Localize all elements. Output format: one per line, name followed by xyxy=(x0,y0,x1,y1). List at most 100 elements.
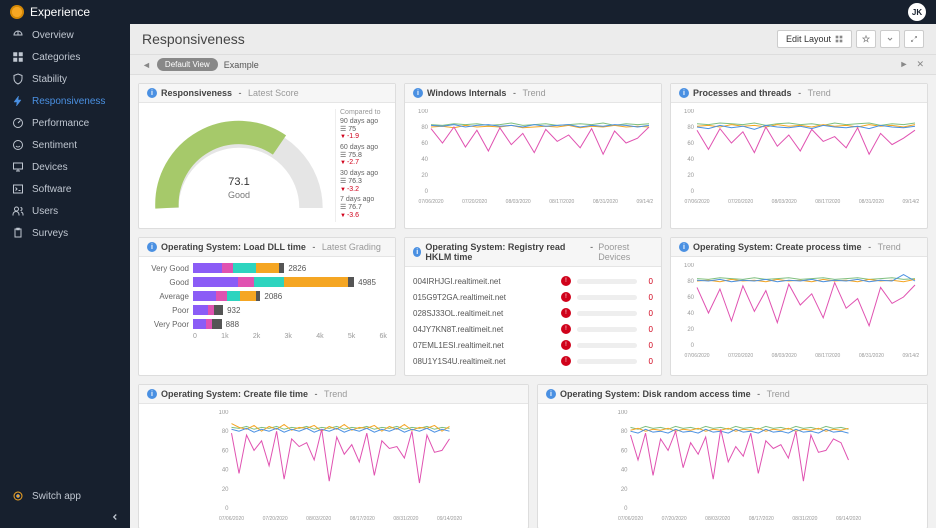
device-row[interactable]: 015G9T2GA.realtimeit.net!0 xyxy=(413,289,653,305)
trend-chart: 02040608010007/06/202007/20/202008/03/20… xyxy=(147,410,520,522)
svg-text:07/06/2020: 07/06/2020 xyxy=(684,199,709,205)
sidebar-item-users[interactable]: Users xyxy=(0,200,130,222)
expand-button[interactable] xyxy=(904,30,924,48)
sidebar-item-label: Performance xyxy=(32,118,89,129)
svg-text:07/20/2020: 07/20/2020 xyxy=(728,353,753,359)
info-icon[interactable]: i xyxy=(679,242,689,252)
svg-text:60: 60 xyxy=(621,449,628,455)
grading-row: Average2086 xyxy=(147,291,387,301)
svg-text:80: 80 xyxy=(222,429,229,435)
dropdown-button[interactable] xyxy=(880,30,900,48)
page-title: Responsiveness xyxy=(142,31,245,47)
sidebar-item-categories[interactable]: Categories xyxy=(0,46,130,68)
svg-text:09/14/2020: 09/14/2020 xyxy=(836,516,861,522)
svg-text:60: 60 xyxy=(687,295,694,301)
sidebar-item-sentiment[interactable]: Sentiment xyxy=(0,134,130,156)
switch-app-label: Switch app xyxy=(32,491,81,502)
svg-text:20: 20 xyxy=(621,487,628,493)
sidebar-item-overview[interactable]: Overview xyxy=(0,24,130,46)
sidebar-item-label: Stability xyxy=(32,74,67,85)
view-tab-example[interactable]: Example xyxy=(224,60,259,70)
sidebar-item-surveys[interactable]: Surveys xyxy=(0,222,130,244)
smile-icon xyxy=(12,139,24,151)
panel-poorest-devices: iOperating System: Registry read HKLM ti… xyxy=(404,237,662,376)
sidebar-item-responsiveness[interactable]: Responsiveness xyxy=(0,90,130,112)
edit-layout-button[interactable]: Edit Layout xyxy=(777,30,852,48)
shield-icon xyxy=(12,73,24,85)
device-row[interactable]: 028SJ33OL.realtimeit.net!0 xyxy=(413,305,653,321)
info-icon[interactable]: i xyxy=(147,242,157,252)
info-icon[interactable]: i xyxy=(147,88,157,98)
svg-text:20: 20 xyxy=(687,327,694,333)
layout-icon xyxy=(835,35,843,43)
info-icon[interactable]: i xyxy=(679,88,689,98)
svg-text:08/31/2020: 08/31/2020 xyxy=(859,353,884,359)
grading-row: Very Poor888 xyxy=(147,319,387,329)
sidebar-item-software[interactable]: Software xyxy=(0,178,130,200)
svg-text:08/03/2020: 08/03/2020 xyxy=(705,516,730,522)
trend-chart: 02040608010007/06/202007/20/202008/03/20… xyxy=(679,263,919,359)
svg-text:100: 100 xyxy=(218,410,229,416)
svg-text:07/06/2020: 07/06/2020 xyxy=(684,353,709,359)
panel-processes-threads: iProcesses and threads - Trend 020406080… xyxy=(670,83,928,229)
panel-disk-random: iOperating System: Disk random access ti… xyxy=(537,384,928,528)
device-row[interactable]: 004IRHJGI.realtimeit.net!0 xyxy=(413,273,653,289)
svg-text:80: 80 xyxy=(621,429,628,435)
grid-icon xyxy=(12,51,24,63)
svg-text:08/03/2020: 08/03/2020 xyxy=(306,516,331,522)
svg-text:09/14/2020: 09/14/2020 xyxy=(636,199,653,205)
svg-text:80: 80 xyxy=(687,125,694,131)
panel-create-file: iOperating System: Create file time - Tr… xyxy=(138,384,529,528)
panel-dll-grading: iOperating System: Load DLL time - Lates… xyxy=(138,237,396,376)
avatar[interactable]: JK xyxy=(908,3,926,21)
brand-name: Experience xyxy=(30,5,90,19)
star-button[interactable] xyxy=(856,30,876,48)
svg-text:08/31/2020: 08/31/2020 xyxy=(859,199,884,205)
brand-icon xyxy=(10,5,24,19)
device-row[interactable]: 04JY7KN8T.realtimeit.net!0 xyxy=(413,321,653,337)
gauge-score-value: 73.1 xyxy=(228,176,249,188)
svg-text:0: 0 xyxy=(691,189,695,195)
svg-text:40: 40 xyxy=(687,157,694,163)
gauge-icon xyxy=(12,29,24,41)
svg-text:08/17/2020: 08/17/2020 xyxy=(350,516,375,522)
sidebar-item-devices[interactable]: Devices xyxy=(0,156,130,178)
views-close[interactable]: ✕ xyxy=(916,59,924,70)
alert-badge: ! xyxy=(561,292,571,302)
svg-text:07/06/2020: 07/06/2020 xyxy=(418,199,443,205)
svg-text:08/03/2020: 08/03/2020 xyxy=(772,199,797,205)
sidebar-item-label: Devices xyxy=(32,162,68,173)
svg-text:09/14/2020: 09/14/2020 xyxy=(902,353,919,359)
compare-panel: Compared to 90 days ago☰ 75-1.960 days a… xyxy=(335,109,387,222)
device-row[interactable]: 08U1Y1S4U.realtimeit.net!0 xyxy=(413,353,653,369)
svg-text:08/17/2020: 08/17/2020 xyxy=(749,516,774,522)
view-tab-default[interactable]: Default View xyxy=(157,58,218,71)
svg-text:0: 0 xyxy=(624,506,628,512)
panel-windows-internals: iWindows Internals - Trend 0204060801000… xyxy=(404,83,662,229)
svg-text:08/17/2020: 08/17/2020 xyxy=(815,353,840,359)
alert-badge: ! xyxy=(561,356,571,366)
info-icon[interactable]: i xyxy=(413,247,421,257)
svg-text:09/14/2020: 09/14/2020 xyxy=(902,199,919,205)
svg-text:08/03/2020: 08/03/2020 xyxy=(772,353,797,359)
views-prev[interactable]: ◄ xyxy=(142,60,151,70)
info-icon[interactable]: i xyxy=(546,389,556,399)
svg-text:60: 60 xyxy=(687,141,694,147)
switch-app[interactable]: Switch app xyxy=(0,484,130,508)
svg-text:07/20/2020: 07/20/2020 xyxy=(462,199,487,205)
views-next[interactable]: ► xyxy=(900,59,909,70)
alert-badge: ! xyxy=(561,340,571,350)
svg-text:40: 40 xyxy=(621,468,628,474)
grading-row: Very Good2826 xyxy=(147,263,387,273)
sidebar-item-label: Responsiveness xyxy=(32,96,105,107)
device-row[interactable]: 07EML1ESI.realtimeit.net!0 xyxy=(413,337,653,353)
info-icon[interactable]: i xyxy=(147,389,157,399)
svg-text:60: 60 xyxy=(421,141,428,147)
sidebar-item-stability[interactable]: Stability xyxy=(0,68,130,90)
sidebar-item-label: Sentiment xyxy=(32,140,77,151)
bolt-icon xyxy=(12,95,24,107)
expand-icon xyxy=(910,35,918,43)
collapse-sidebar[interactable] xyxy=(0,508,130,528)
sidebar-item-performance[interactable]: Performance xyxy=(0,112,130,134)
info-icon[interactable]: i xyxy=(413,88,423,98)
